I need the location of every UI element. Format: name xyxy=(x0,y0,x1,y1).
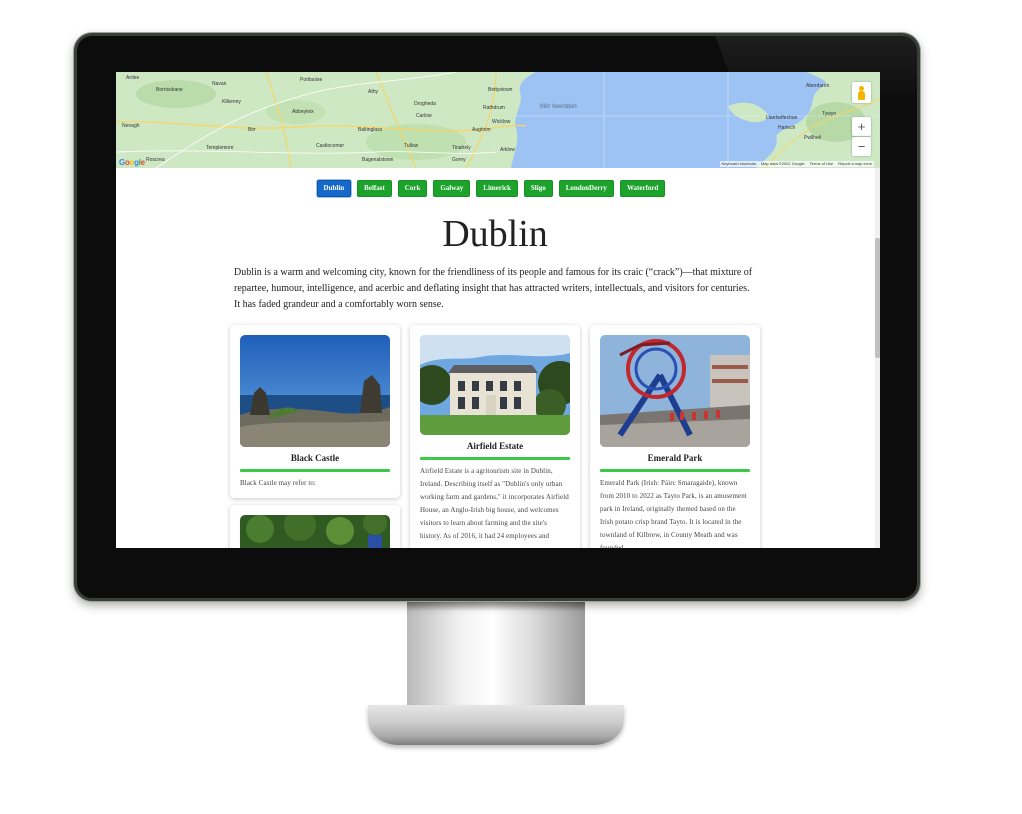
page-scrollbar[interactable] xyxy=(875,168,880,548)
map-label-ardee: Ardee xyxy=(126,75,140,81)
city-nav: Dublin Belfast Cork Galway Limerick Slig… xyxy=(116,180,866,197)
monitor-screen: Portlaoise Navan Athy Bettystown Droghed… xyxy=(116,72,880,548)
attraction-description: Black Castle may refer to: xyxy=(240,479,317,487)
map-label-llanbedr: Llanfairfechan xyxy=(766,115,798,121)
map-label-aughrim: Aughrim xyxy=(472,127,491,133)
monitor-stand-neck xyxy=(407,601,585,713)
scrollbar-thumb[interactable] xyxy=(875,238,880,358)
title-underline xyxy=(420,457,570,460)
map-label-templemore: Templemore xyxy=(206,145,234,151)
map-label-roscrea: Roscrea xyxy=(146,157,165,163)
map-label-portarlington: Portlaoise xyxy=(300,77,323,83)
attraction-description: Airfield Estate is a agritourism site in… xyxy=(420,467,569,540)
city-button-limerick[interactable]: Limerick xyxy=(476,180,518,197)
google-logo: Google xyxy=(119,158,145,167)
attraction-image xyxy=(600,335,750,447)
map-label-kilkenny: Kilkenny xyxy=(222,99,241,105)
map-label-carlow: Carlow xyxy=(416,113,432,119)
map-label-aberdaron: Aberdaron xyxy=(806,83,830,89)
attraction-image xyxy=(240,515,390,548)
attraction-description: Emerald Park (Irish: Páirc Smaragaide), … xyxy=(600,479,747,548)
city-button-dublin[interactable]: Dublin xyxy=(316,180,352,197)
attraction-title: Black Castle xyxy=(290,453,340,463)
zoom-in-button[interactable]: + xyxy=(852,117,871,136)
map-label-navan: Navan xyxy=(212,81,227,87)
attraction-image xyxy=(240,335,390,447)
street-view-pegman-icon[interactable] xyxy=(852,82,871,103)
google-map[interactable]: Portlaoise Navan Athy Bettystown Droghed… xyxy=(116,72,880,168)
map-label-pwllheli: Pwllheli xyxy=(804,135,821,141)
attraction-image xyxy=(420,335,570,435)
title-underline xyxy=(600,469,750,472)
map-label-athy: Athy xyxy=(368,89,379,95)
attraction-card[interactable]: Emerald Park Emerald Park (Irish: Páirc … xyxy=(590,325,760,548)
map-label-tullow: Tullow xyxy=(404,143,419,149)
map-label-tinahely: Tinahely xyxy=(452,145,471,151)
attraction-title: Airfield Estate xyxy=(466,441,524,451)
attraction-card[interactable] xyxy=(230,505,400,548)
map-label-bagenalstown: Bagenalstown xyxy=(362,157,394,163)
map-label-drogheda: Drogheda xyxy=(414,101,436,107)
city-intro: Dublin is a warm and welcoming city, kno… xyxy=(234,267,753,310)
map-label-harlech: Harlech xyxy=(778,125,796,131)
monitor-stand-base xyxy=(368,705,624,745)
map-label-tywyn: Tywyn xyxy=(822,111,837,117)
city-button-sligo[interactable]: Sligo xyxy=(523,180,553,197)
attraction-card[interactable]: Airfield Estate Airfield Estate is a agr… xyxy=(410,325,580,548)
map-label-arklow: Arklow xyxy=(500,147,516,153)
city-button-waterford[interactable]: Waterford xyxy=(619,180,666,197)
map-label-nenagh: Nenagh xyxy=(122,123,140,129)
map-label-rathdrum: Rathdrum xyxy=(483,105,505,111)
map-label-baltinglass: Baltinglass xyxy=(358,127,383,133)
map-label-castlecomer: Castlecomer xyxy=(316,143,345,149)
city-button-cork[interactable]: Cork xyxy=(397,180,428,197)
city-button-galway[interactable]: Galway xyxy=(433,180,471,197)
keyboard-shortcuts-link[interactable]: Keyboard shortcuts xyxy=(722,162,756,166)
page-title: Dublin xyxy=(442,213,548,255)
zoom-out-button[interactable]: − xyxy=(852,137,871,156)
map-label-birr: Birr xyxy=(248,127,256,133)
attraction-title: Emerald Park xyxy=(647,453,703,463)
terms-of-use-link[interactable]: Terms of Use xyxy=(810,162,834,166)
map-label-abbeyleix: Abbeyleix xyxy=(292,109,314,115)
map-label-sea: Môr Iwerddon xyxy=(540,104,577,110)
title-underline xyxy=(240,469,390,472)
attraction-card[interactable]: Black Castle Black Castle may refer to: xyxy=(230,325,400,498)
report-map-error-link[interactable]: Report a map error xyxy=(838,162,872,166)
city-button-belfast[interactable]: Belfast xyxy=(357,180,392,197)
map-label-gorey: Gorey xyxy=(452,157,466,163)
map-label-wicklow: Wicklow xyxy=(492,119,511,125)
map-data-attribution: Map data ©2022 Google xyxy=(760,161,805,166)
map-label-borrisokane: Borrisokane xyxy=(156,87,183,93)
city-button-londonderry[interactable]: LondonDerry xyxy=(558,180,614,197)
map-label-bettystown: Bettystown xyxy=(488,87,513,93)
map-footer: Keyboard shortcuts Map data ©2022 Google… xyxy=(719,161,874,167)
